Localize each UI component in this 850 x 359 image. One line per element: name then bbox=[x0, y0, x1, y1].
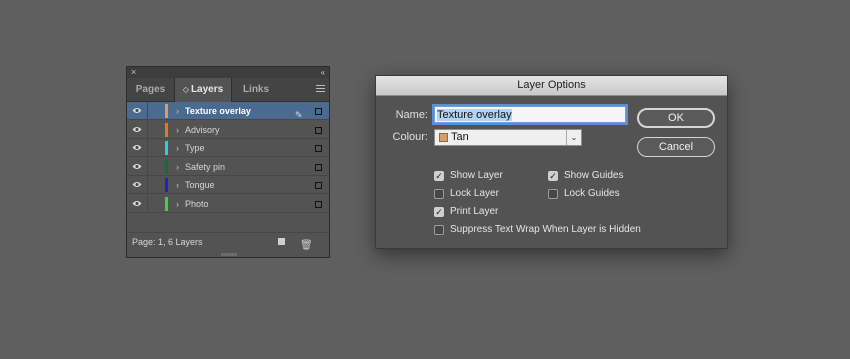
checkbox-label: Print Layer bbox=[450, 206, 499, 217]
layer-row[interactable]: › Tongue bbox=[127, 176, 329, 194]
ok-button[interactable]: OK bbox=[637, 108, 715, 128]
checkbox-box[interactable]: ✓ bbox=[548, 171, 558, 181]
selection-box-icon[interactable] bbox=[315, 182, 322, 189]
layer-color-swatch bbox=[165, 104, 168, 118]
layer-row[interactable]: › Advisory bbox=[127, 120, 329, 139]
lock-toggle-cell[interactable] bbox=[147, 102, 148, 120]
expand-chevron-icon[interactable]: › bbox=[176, 158, 179, 176]
colour-label: Colour: bbox=[392, 131, 428, 143]
checkbox-label: Lock Guides bbox=[564, 188, 620, 199]
layer-row[interactable]: › Safety pin bbox=[127, 157, 329, 176]
layer-color-swatch bbox=[165, 159, 168, 174]
tab-links[interactable]: Links bbox=[231, 78, 281, 101]
name-label: Name: bbox=[395, 109, 428, 121]
panel-menu-icon[interactable] bbox=[316, 85, 325, 94]
visibility-eye-icon[interactable] bbox=[132, 181, 142, 188]
chevron-down-icon[interactable]: ⌄ bbox=[566, 130, 581, 145]
layer-name: Safety pin bbox=[185, 161, 226, 172]
layer-name: Tongue bbox=[185, 180, 215, 190]
expand-chevron-icon[interactable]: › bbox=[176, 121, 179, 139]
colour-swatch bbox=[439, 133, 448, 142]
layer-color-swatch bbox=[165, 196, 168, 211]
selection-box-icon[interactable] bbox=[315, 145, 322, 152]
cancel-button[interactable]: Cancel bbox=[637, 137, 715, 157]
expand-chevron-icon[interactable]: › bbox=[176, 176, 179, 194]
checkbox-label: Show Guides bbox=[564, 170, 624, 181]
tab-layers-label: Layers bbox=[190, 84, 224, 95]
tab-pages-label: Pages bbox=[135, 84, 166, 95]
visibility-eye-icon[interactable] bbox=[132, 144, 142, 151]
tab-pages[interactable]: Pages bbox=[127, 78, 174, 101]
expand-chevron-icon[interactable]: › bbox=[176, 139, 179, 157]
layer-color-swatch bbox=[165, 178, 168, 192]
layer-row[interactable]: › Photo bbox=[127, 194, 329, 213]
visibility-eye-icon[interactable] bbox=[132, 126, 142, 133]
checkbox-box[interactable] bbox=[434, 189, 444, 199]
layer-color-swatch bbox=[165, 141, 168, 155]
sort-arrows-icon: ◇ bbox=[182, 85, 189, 94]
lock-toggle-cell[interactable] bbox=[147, 139, 148, 157]
lock-toggle-cell[interactable] bbox=[147, 194, 148, 213]
checkmark-icon: ✓ bbox=[549, 171, 557, 181]
new-layer-icon[interactable] bbox=[278, 238, 285, 245]
layer-name: Advisory bbox=[185, 124, 220, 135]
visibility-eye-icon[interactable] bbox=[132, 107, 142, 114]
tab-links-label: Links bbox=[242, 84, 270, 95]
checkbox-label: Lock Layer bbox=[450, 188, 499, 199]
checkmark-icon: ✓ bbox=[435, 207, 443, 217]
visibility-eye-icon[interactable] bbox=[132, 163, 142, 170]
tab-layers[interactable]: ◇ Layers bbox=[174, 78, 232, 102]
lock-toggle-cell[interactable] bbox=[147, 176, 148, 194]
layer-color-swatch bbox=[165, 122, 168, 137]
checkbox-box[interactable]: ✓ bbox=[434, 171, 444, 181]
colour-select[interactable]: Tan ⌄ bbox=[434, 129, 582, 146]
lock-toggle-cell[interactable] bbox=[147, 120, 148, 139]
panel-title-bar: × ‹‹ bbox=[127, 67, 329, 78]
layer-row[interactable]: › Texture overlay ✎ bbox=[127, 102, 329, 120]
checkmark-icon: ✓ bbox=[435, 171, 443, 181]
lock-toggle-cell[interactable] bbox=[147, 157, 148, 176]
selection-box-icon[interactable] bbox=[315, 108, 322, 115]
layers-panel: × ‹‹ Pages ◇ Layers Links › Texture overla… bbox=[126, 66, 330, 258]
panel-footer: Page: 1, 6 Layers 🗑 bbox=[127, 232, 329, 251]
checkbox-box[interactable] bbox=[548, 189, 558, 199]
checkbox-box[interactable] bbox=[434, 225, 444, 235]
checkbox-label: Suppress Text Wrap When Layer is Hidden bbox=[450, 224, 641, 235]
dialog-title: Layer Options bbox=[376, 76, 727, 96]
collapse-icon[interactable]: ‹‹ bbox=[321, 67, 325, 78]
expand-chevron-icon[interactable]: › bbox=[176, 102, 179, 120]
panel-resize-grip[interactable] bbox=[221, 253, 237, 256]
name-field[interactable]: Texture overlay bbox=[434, 106, 626, 123]
checkbox-box[interactable]: ✓ bbox=[434, 207, 444, 217]
close-icon[interactable]: × bbox=[131, 67, 136, 78]
layer-name: Texture overlay bbox=[185, 106, 251, 116]
checkbox-label: Show Layer bbox=[450, 170, 503, 181]
colour-value: Tan bbox=[451, 131, 469, 143]
trash-icon[interactable]: 🗑 bbox=[300, 237, 313, 255]
panel-tabs: Pages ◇ Layers Links bbox=[127, 78, 329, 102]
layer-options-dialog: Layer Options Name: Texture overlay Colo… bbox=[375, 75, 728, 249]
selection-box-icon[interactable] bbox=[315, 163, 322, 171]
name-field-value: Texture overlay bbox=[437, 109, 512, 121]
layer-name: Photo bbox=[185, 198, 209, 209]
layer-row[interactable]: › Type bbox=[127, 139, 329, 157]
visibility-eye-icon[interactable] bbox=[132, 200, 142, 207]
expand-chevron-icon[interactable]: › bbox=[176, 195, 179, 213]
layer-count-status: Page: 1, 6 Layers bbox=[132, 237, 203, 247]
selection-box-icon[interactable] bbox=[315, 126, 322, 134]
selection-box-icon[interactable] bbox=[315, 200, 322, 208]
layer-name: Type bbox=[185, 143, 205, 153]
